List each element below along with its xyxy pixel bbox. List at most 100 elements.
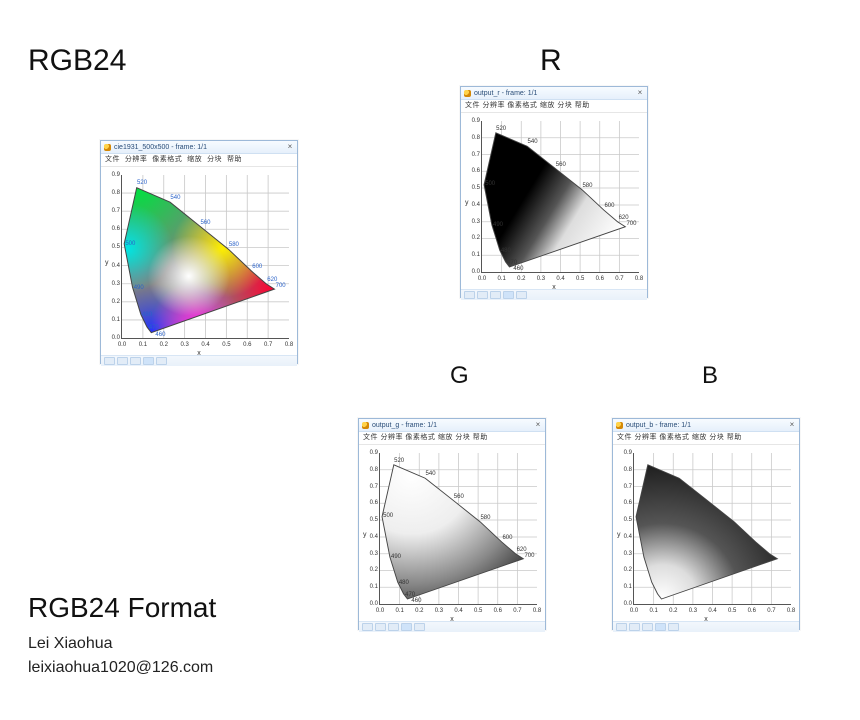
xtick: 0.0 [478, 276, 486, 282]
menubar[interactable]: 文件 分辨率 像素格式 缩放 分块 帮助 [613, 432, 799, 445]
menubar[interactable]: 文件 分辨率 像素格式 缩放 分块 帮助 [461, 100, 647, 113]
ytick: 0.7 [366, 484, 378, 490]
titlebar[interactable]: output_g - frame: 1/1× [359, 419, 545, 432]
xtick: 0.5 [728, 608, 736, 614]
status-chip[interactable] [642, 623, 653, 631]
menu-res[interactable]: 分辨率 [380, 434, 403, 441]
y-axis-label: y [617, 532, 621, 539]
status-chip[interactable] [130, 357, 141, 365]
xtick: 0.0 [376, 608, 384, 614]
wl: 560 [454, 494, 464, 500]
menubar[interactable]: 文件 分辨率 像素格式 缩放 分块 帮助 [359, 432, 545, 445]
status-chip[interactable] [616, 623, 627, 631]
wl: 600 [502, 535, 512, 541]
status-chip[interactable] [668, 623, 679, 631]
status-chip[interactable] [375, 623, 386, 631]
menu-block[interactable]: 分块 [557, 102, 572, 109]
titlebar[interactable]: output_r - frame: 1/1 × [461, 87, 647, 100]
ytick: 0.1 [468, 252, 480, 258]
menu-pixfmt[interactable]: 像素格式 [507, 102, 537, 109]
ytick: 0.3 [620, 551, 632, 557]
menu-zoom[interactable]: 缩放 [692, 434, 707, 441]
close-icon[interactable]: × [636, 89, 644, 97]
xtick: 0.3 [180, 342, 188, 348]
ytick: 0.7 [108, 208, 120, 214]
xtick: 0.7 [615, 276, 623, 282]
menu-block[interactable]: 分块 [207, 156, 222, 163]
menu-zoom[interactable]: 缩放 [438, 434, 453, 441]
close-icon[interactable]: × [788, 421, 796, 429]
app-icon [616, 422, 623, 429]
menu-zoom[interactable]: 缩放 [540, 102, 555, 109]
menu-res[interactable]: 分辨率 [482, 102, 505, 109]
status-chip[interactable] [117, 357, 128, 365]
xtick: 0.4 [708, 608, 716, 614]
cie-plot-g: 460470480490500520540560580600620700 0.0… [363, 449, 541, 621]
wl-600: 600 [252, 264, 262, 270]
status-chip[interactable] [388, 623, 399, 631]
menu-block[interactable]: 分块 [455, 434, 470, 441]
wl-480: 480 [142, 312, 152, 318]
window-title: output_r - frame: 1/1 [474, 90, 537, 97]
status-chip[interactable] [629, 623, 640, 631]
ytick: 0.4 [108, 263, 120, 269]
wl: 480 [501, 248, 511, 254]
status-chip[interactable] [490, 291, 501, 299]
axes: 460470480490500520540560580600620700 0.0… [379, 453, 537, 605]
menu-help[interactable]: 帮助 [473, 434, 488, 441]
xtick: 0.4 [556, 276, 564, 282]
wl-520: 520 [137, 180, 147, 186]
menu-file[interactable]: 文件 [105, 156, 120, 163]
y-axis-label: y [105, 260, 109, 267]
titlebar[interactable]: output_b - frame: 1/1× [613, 419, 799, 432]
cie-plot-b: 0.00.10.20.30.40.50.60.70.8 0.00.10.20.3… [617, 449, 795, 621]
wl: 520 [394, 458, 404, 464]
close-icon[interactable]: × [286, 143, 294, 151]
wl: 580 [582, 183, 592, 189]
status-chip[interactable] [516, 291, 527, 299]
menu-block[interactable]: 分块 [709, 434, 724, 441]
wl: 700 [626, 221, 636, 227]
wl: 500 [383, 513, 393, 519]
wl-500: 500 [125, 241, 135, 247]
status-chip[interactable] [104, 357, 115, 365]
menu-file[interactable]: 文件 [617, 434, 632, 441]
status-chip[interactable] [464, 291, 475, 299]
close-icon[interactable]: × [534, 421, 542, 429]
status-chip[interactable] [156, 357, 167, 365]
x-axis-label: x [450, 616, 454, 623]
x-axis-label: x [552, 284, 556, 291]
menu-file[interactable]: 文件 [363, 434, 378, 441]
status-chip[interactable] [401, 623, 412, 631]
menu-help[interactable]: 帮助 [575, 102, 590, 109]
status-chip[interactable] [655, 623, 666, 631]
titlebar[interactable]: cie1931_500x500 - frame: 1/1 × [101, 141, 297, 154]
menu-help[interactable]: 帮助 [227, 156, 242, 163]
status-chip[interactable] [503, 291, 514, 299]
menu-zoom[interactable]: 缩放 [187, 156, 202, 163]
xtick: 0.3 [689, 608, 697, 614]
xtick: 0.8 [285, 342, 293, 348]
wl-490: 490 [134, 285, 144, 291]
menu-res[interactable]: 分辨率 [125, 156, 148, 163]
menu-pixfmt[interactable]: 像素格式 [152, 156, 182, 163]
cie-plot-r: 460 470 480 490 500 520 540 560 580 600 … [465, 117, 643, 289]
status-chip[interactable] [414, 623, 425, 631]
status-chip[interactable] [362, 623, 373, 631]
menu-file[interactable]: 文件 [465, 102, 480, 109]
ytick: 0.1 [108, 317, 120, 323]
xtick: 0.2 [415, 608, 423, 614]
menu-res[interactable]: 分辨率 [634, 434, 657, 441]
ytick: 0.4 [468, 202, 480, 208]
menu-pixfmt[interactable]: 像素格式 [405, 434, 435, 441]
label-b: B [702, 362, 718, 390]
menu-help[interactable]: 帮助 [727, 434, 742, 441]
author-email: leixiaohua1020@126.com [28, 656, 216, 680]
xtick: 0.7 [767, 608, 775, 614]
wl-560: 560 [200, 220, 210, 226]
status-chip[interactable] [143, 357, 154, 365]
status-chip[interactable] [477, 291, 488, 299]
menu-pixfmt[interactable]: 像素格式 [659, 434, 689, 441]
wl: 700 [524, 553, 534, 559]
menubar[interactable]: 文件 分辨率 像素格式 缩放 分块 帮助 [101, 154, 297, 167]
